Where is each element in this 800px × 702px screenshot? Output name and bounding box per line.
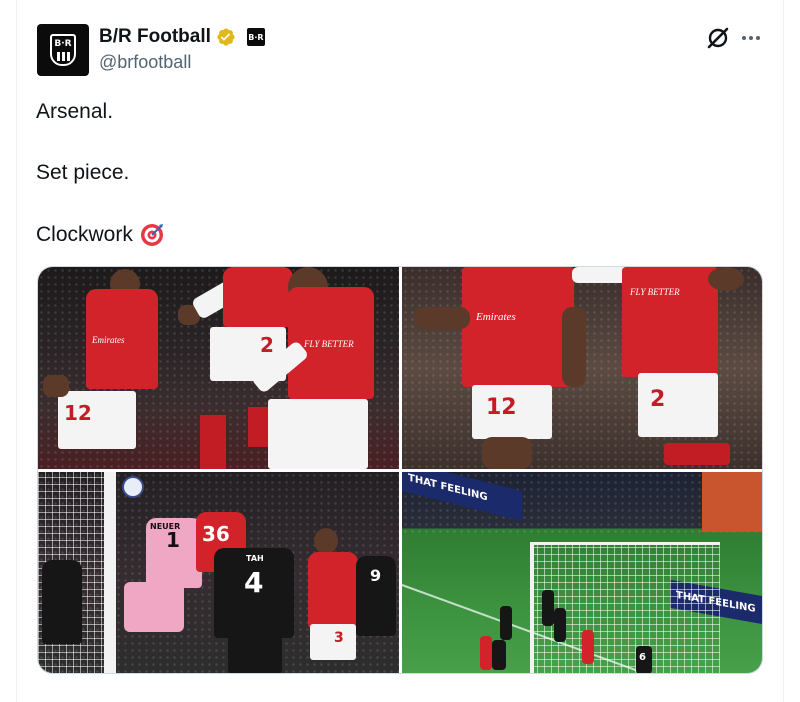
player-shirt: Emirates (462, 267, 574, 387)
player (500, 606, 512, 640)
player-sock (248, 407, 270, 447)
player-leg (482, 437, 532, 469)
player-shorts (228, 632, 282, 673)
display-name[interactable]: B/R Football (99, 26, 211, 48)
photo-4[interactable]: THAT FEELING THAT FEELING 6 (402, 472, 762, 673)
shirt-sponsor: FLY BETTER (630, 287, 680, 297)
author-name-row: B/R Football B·R (99, 26, 265, 48)
shirt-sponsor: FLY BETTER (304, 339, 354, 349)
name-tag: TAH (246, 554, 264, 563)
player-shirt (223, 267, 293, 327)
photo-2[interactable]: Emirates 12 FLY BETTER 2 (402, 267, 762, 469)
player-sock (664, 443, 730, 465)
player-shorts (268, 399, 368, 469)
verified-badge-icon[interactable] (216, 27, 236, 47)
grok-icon[interactable] (705, 25, 731, 51)
shirt-number: 36 (202, 522, 230, 546)
player-shirt (308, 552, 358, 628)
player-hand (708, 267, 744, 291)
player-shirt: 9 (356, 556, 396, 636)
player-shirt: FLY BETTER (288, 287, 374, 399)
direct-hit-icon (140, 224, 163, 246)
player (492, 640, 506, 670)
avatar[interactable]: B·R (37, 24, 89, 76)
more-options-icon[interactable] (739, 26, 763, 50)
player-head (314, 528, 338, 554)
tweet-text-line-3: Clockwork (36, 222, 165, 248)
shorts-number: 2 (650, 387, 666, 412)
ball (122, 476, 144, 498)
avatar-monogram: B·R (54, 39, 72, 49)
shirt-number: 1 (166, 528, 180, 552)
br-shield-logo: B·R (50, 34, 76, 66)
stand-banner (702, 472, 762, 532)
shirt-number: 4 (244, 566, 264, 599)
player-fist (43, 375, 69, 397)
player-shorts: 2 (638, 373, 718, 437)
player-shirt: FLY BETTER (622, 267, 718, 377)
shirt-number: 6 (639, 652, 646, 663)
player (542, 590, 554, 626)
shorts-number: 12 (486, 395, 517, 420)
player-shorts: 3 (310, 624, 356, 660)
handle[interactable]: @brfootball (99, 52, 191, 73)
affiliate-badge[interactable]: B·R (246, 28, 265, 46)
shirt-number: 9 (370, 566, 382, 585)
photo-3[interactable]: 1 NEUER 36 4 TAH 3 9 (38, 472, 399, 673)
player-shirt: Emirates (86, 289, 158, 389)
shirt-sponsor: Emirates (92, 335, 125, 345)
player-shorts: 12 (472, 385, 552, 439)
player-arm (562, 307, 586, 387)
name-tag: NEUER (150, 522, 181, 531)
media-grid: Emirates 12 2 FLY BETTER Emirates 12 FLY… (37, 266, 763, 674)
player (554, 608, 566, 642)
player: 6 (636, 646, 652, 673)
player-arm (414, 307, 470, 329)
goal-post (104, 472, 116, 673)
shorts-number: 2 (260, 333, 274, 357)
tweet-text-line-2: Set piece. (36, 161, 130, 184)
player-shirt (42, 560, 82, 644)
player (582, 630, 594, 664)
crossbar (530, 542, 720, 545)
goalkeeper-shorts (124, 582, 184, 632)
tweet-text-line-1: Arsenal. (36, 100, 114, 123)
player-shorts: 12 (58, 391, 136, 449)
photo-1[interactable]: Emirates 12 2 FLY BETTER (38, 267, 399, 469)
shirt-sponsor: Emirates (476, 311, 516, 323)
shorts-number: 3 (334, 630, 344, 646)
player (480, 636, 492, 670)
player-sock (200, 415, 226, 469)
goal-post (530, 542, 534, 673)
shorts-number: 12 (64, 401, 92, 425)
tweet-card: B·R B/R Football B·R @brfootball Arsenal… (16, 0, 784, 702)
tweet-text-clockwork: Clockwork (36, 223, 133, 246)
